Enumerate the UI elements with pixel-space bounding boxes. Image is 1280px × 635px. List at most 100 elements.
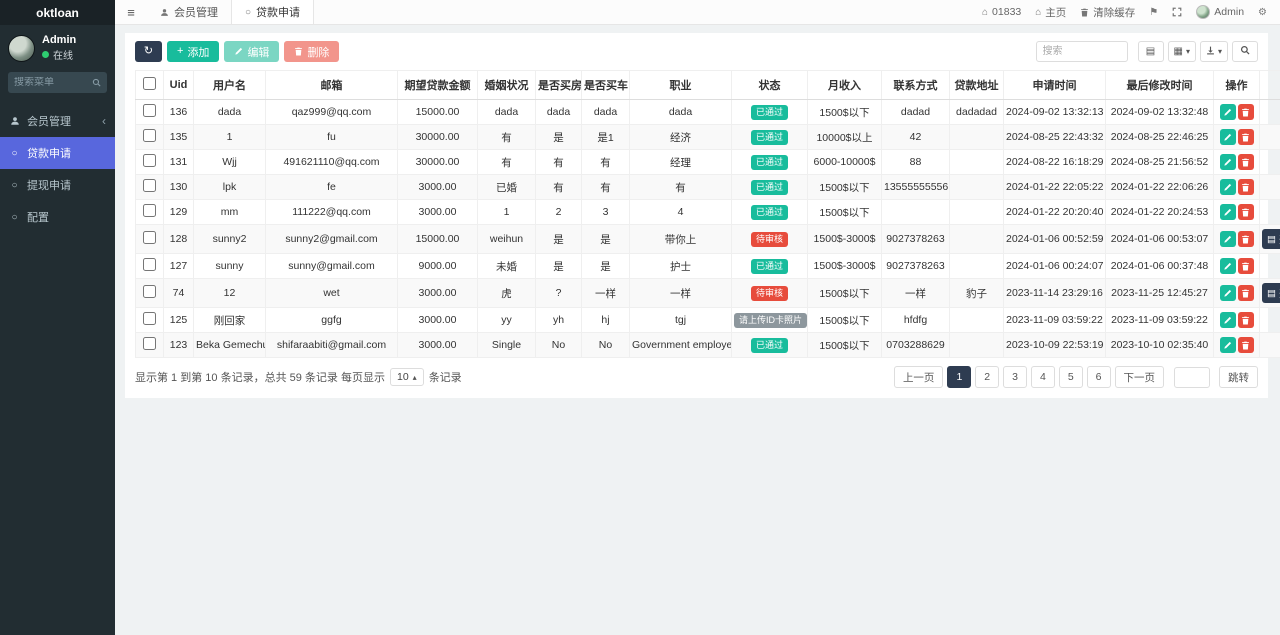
page-size-dropdown[interactable]: 10 ▴ [389,368,424,386]
column-header[interactable]: 贷款地址 [949,70,1004,100]
select-all-checkbox[interactable] [143,77,156,90]
row-checkbox[interactable] [143,337,156,350]
menu-search-input[interactable] [14,77,92,88]
edit-row-button[interactable] [1219,104,1236,120]
row-checkbox[interactable] [143,285,156,298]
tab-members[interactable]: 会员管理 [147,0,231,24]
page-number-button[interactable]: 1 [947,366,972,388]
sidebar-toggle-button[interactable]: ≡ [115,0,147,24]
edit-row-button[interactable] [1219,179,1236,195]
row-checkbox[interactable] [143,129,156,142]
delete-row-button[interactable] [1237,337,1254,353]
columns-button[interactable]: ▦ ▾ [1167,41,1196,62]
sidebar-item-config[interactable]: ○ 配置 [0,201,115,233]
prev-page-button[interactable]: 上一页 [893,366,944,388]
column-header[interactable]: Uid [163,70,194,100]
delete-button[interactable]: 删除 [284,41,340,62]
row-checkbox[interactable] [143,179,156,192]
page-number-button[interactable]: 2 [975,366,1000,388]
income-cell: 6000-10000$ [807,149,882,175]
page-number-button[interactable]: 3 [1003,366,1027,388]
edit-row-button[interactable] [1219,231,1236,247]
column-header[interactable]: 婚姻状况 [477,70,536,100]
modified-time-cell: 2024-01-06 00:37:48 [1105,253,1214,279]
app-logo[interactable]: oktloan [0,0,115,25]
jump-page-input[interactable] [1174,366,1210,388]
fullscreen-button[interactable] [1165,0,1189,24]
checkbox-cell [135,224,164,254]
pencil-icon [1223,235,1232,244]
column-header[interactable]: 邮箱 [265,70,398,100]
edit-row-button[interactable] [1219,258,1236,274]
edit-row-button[interactable] [1219,204,1236,220]
list-icon: ▤ [1267,233,1276,245]
delete-row-button[interactable] [1237,312,1254,328]
export-button[interactable]: ▾ [1199,41,1228,62]
row-checkbox[interactable] [143,312,156,325]
caret-down-icon: ▾ [1217,47,1222,56]
table-toolbar: ↻ + 添加 编辑 删除 搜索 ▤ ▦ ▾ ▾ [135,41,1258,62]
clear-cache-button[interactable]: 清除缓存 [1073,0,1142,24]
delete-row-button[interactable] [1237,179,1254,195]
column-header[interactable]: 操作 [1213,70,1260,100]
column-header[interactable]: 职业 [629,70,732,100]
contact-cell: 13555555556 [881,174,950,200]
column-header[interactable]: 申请时间 [1003,70,1106,100]
tab-loans[interactable]: ○ 贷款申请 [231,0,315,24]
search-button[interactable] [1232,41,1258,62]
delete-row-button[interactable] [1237,231,1254,247]
column-header[interactable]: 是否买车 [581,70,630,100]
row-checkbox[interactable] [143,204,156,217]
jump-button[interactable]: 跳转 [1219,366,1258,388]
next-page-button[interactable]: 下一页 [1114,366,1164,388]
sidebar-item-loans[interactable]: ○ 贷款申请 [0,137,115,169]
sidebar-item-label: 提现申请 [27,180,71,192]
sidebar-item-withdrawals[interactable]: ○ 提现申请 [0,169,115,201]
edit-row-button[interactable] [1219,337,1236,353]
column-header[interactable]: 是否买房 [535,70,582,100]
delete-row-button[interactable] [1237,154,1254,170]
delete-row-button[interactable] [1237,204,1254,220]
detail-view-button[interactable]: ▤ [1137,41,1164,62]
column-header[interactable]: 状态 [731,70,808,100]
row-checkbox[interactable] [143,154,156,167]
sidebar: oktloan Admin 在线 会员管理 ‹ [0,0,115,635]
row-checkbox[interactable] [143,231,156,244]
column-header[interactable]: 审核 [1259,70,1280,100]
column-header[interactable]: 月收入 [807,70,882,100]
income-cell: 1500$-3000$ [807,224,882,254]
row-checkbox[interactable] [143,104,156,117]
column-header[interactable]: 最后修改时间 [1105,70,1214,100]
settings-button[interactable]: ⚙ [1251,0,1274,24]
edit-row-button[interactable] [1219,285,1236,301]
table-search-input[interactable] [1035,41,1128,62]
home-link[interactable]: ⌂ 主页 [1028,0,1073,24]
refresh-button[interactable]: ↻ [135,41,162,62]
loan-amount-cell: 3000.00 [397,278,478,308]
delete-row-button[interactable] [1237,104,1254,120]
edit-button[interactable]: 编辑 [224,41,280,62]
page-number-button[interactable]: 5 [1058,366,1083,388]
edit-row-button[interactable] [1219,129,1236,145]
delete-row-button[interactable] [1237,285,1254,301]
page-number-button[interactable]: 4 [1030,366,1055,388]
language-button[interactable]: ⚑ [1142,0,1165,24]
visit-counter[interactable]: ⌂ 01833 [975,0,1028,24]
column-header[interactable]: 联系方式 [881,70,950,100]
start-review-button[interactable]: ▤开始审核 [1262,229,1280,249]
row-checkbox[interactable] [143,258,156,271]
column-header[interactable]: 用户名 [193,70,266,100]
contact-cell: 42 [881,124,950,150]
delete-row-button[interactable] [1237,129,1254,145]
column-header[interactable]: 期望贷款金额 [397,70,478,100]
delete-row-button[interactable] [1237,258,1254,274]
pencil-icon [1223,158,1232,167]
user-menu[interactable]: Admin [1189,0,1251,24]
search-icon[interactable] [92,78,101,87]
edit-row-button[interactable] [1219,154,1236,170]
start-review-button[interactable]: ▤开始审核 [1262,283,1280,303]
sidebar-item-members[interactable]: 会员管理 ‹ [0,105,115,137]
page-number-button[interactable]: 6 [1086,366,1111,388]
edit-row-button[interactable] [1219,312,1236,328]
add-button[interactable]: + 添加 [167,41,220,62]
